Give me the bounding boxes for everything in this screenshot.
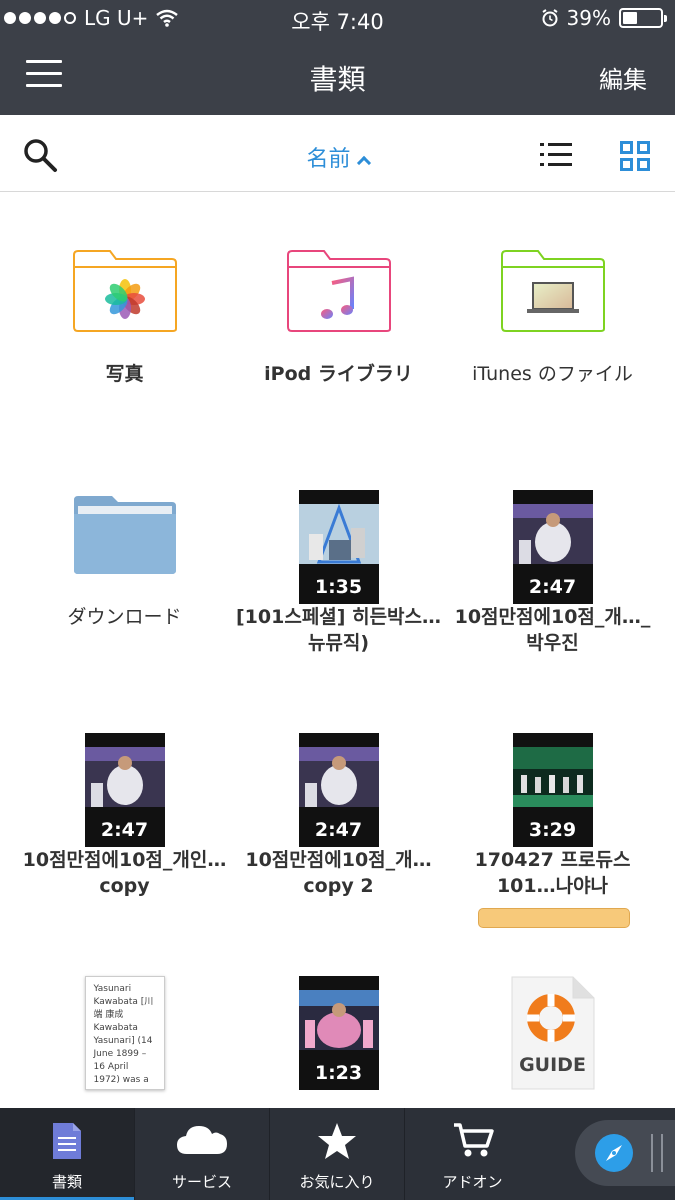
video-thumbnail: 1:35 [298,490,379,604]
edit-button[interactable]: 編集 [599,60,647,95]
item-label: 170427 프로듀스 101…나야나 [474,849,631,897]
guide-item[interactable]: GUIDE [440,922,665,1108]
chevron-up-icon [356,155,371,171]
video-frame [298,990,379,1050]
item-label: 写真 [105,363,144,385]
drag-handle-icon[interactable] [651,1134,663,1172]
status-right: 39% [541,6,667,30]
battery-fill [623,12,637,24]
folder-item-itunes[interactable]: iTunes のファイル [440,193,665,436]
tab-services[interactable]: サービス [135,1108,270,1200]
video-duration: 1:35 [314,576,363,598]
cart-icon [453,1123,494,1157]
rename-badge [478,908,630,928]
app-header: LG U+ 오후 7:40 39% 書類 編集 [0,0,675,115]
video-item[interactable]: 1:35 [101스페셜] 히든박스…뉴뮤직) [226,436,451,679]
item-label: [101스페셜] 히든박스…뉴뮤직) [236,606,442,654]
tab-label: 書類 [51,1173,82,1191]
folder-item-ipod[interactable]: iPod ライブラリ [226,193,451,436]
video-item[interactable]: 2:47 10점만점에10점_개인…copy [12,679,237,922]
video-frame [512,504,593,564]
guide-label: GUIDE [519,1054,586,1076]
video-frame [512,747,593,807]
battery-icon [619,8,667,28]
grid-view-icon[interactable] [620,141,650,171]
video-frame [298,504,379,564]
video-item[interactable]: 2:47 10점만점에10점_개…_박우진 [440,436,665,679]
sort-button[interactable]: 名前 [0,141,675,173]
document-item[interactable]: Yasunari Kawabata [川端 康成 Kawabata Yasuna… [12,922,237,1108]
video-thumbnail: 1:23 [298,976,379,1090]
compass-icon [595,1134,633,1172]
video-item[interactable]: 2:47 10점만점에10점_개…copy 2 [226,679,451,922]
tab-bar: 書類 サービス お気に入り アドオン [0,1108,675,1200]
video-duration: 3:29 [528,819,577,841]
video-thumbnail: 2:47 [512,490,593,604]
video-duration: 2:47 [314,819,363,841]
tab-addons[interactable]: アドオン [405,1108,540,1200]
laptop-folder-icon [500,250,605,332]
file-grid: 写真 iPod ライブラリ iTunes のファイル ダウンロード 1:35 [… [0,193,675,1108]
alarm-clock-icon [541,9,558,27]
video-item[interactable]: 1:23 [226,922,451,1108]
guide-thumbnail: GUIDE [511,976,595,1090]
tab-favorites[interactable]: お気に入り [270,1108,405,1200]
item-label: iTunes のファイル [472,363,633,385]
music-folder-icon [286,250,391,332]
item-label: iPod ライブラリ [264,363,413,385]
tab-label: アドオン [442,1173,503,1191]
nav-bar: 書類 編集 [0,36,675,115]
tab-label: お気に入り [299,1173,375,1191]
item-label: ダウンロード [67,606,182,628]
video-duration: 1:23 [314,1062,363,1084]
cloud-icon [177,1126,227,1154]
browser-float-button[interactable] [575,1120,675,1186]
video-duration: 2:47 [528,576,577,598]
star-icon [318,1123,356,1159]
list-view-icon[interactable] [540,141,572,169]
tab-documents[interactable]: 書類 [0,1108,135,1200]
video-thumbnail: 2:47 [298,733,379,847]
video-thumbnail: 2:47 [84,733,165,847]
photos-folder-icon [72,250,177,332]
item-label: 10점만점에10점_개…_박우진 [454,606,651,654]
download-folder-icon [73,496,176,574]
video-item[interactable]: 3:29 170427 프로듀스 101…나야나 [440,679,665,922]
item-label: 10점만점에10점_개…copy 2 [245,849,432,897]
item-label: 10점만점에10점_개인…copy [22,849,227,897]
video-frame [298,747,379,807]
folder-item-download[interactable]: ダウンロード [12,436,237,679]
video-duration: 2:47 [100,819,149,841]
tab-label: サービス [171,1173,232,1191]
page-title: 書類 [309,63,366,96]
sort-label: 名前 [306,147,351,172]
video-thumbnail: 3:29 [512,733,593,847]
battery-percent: 39% [566,6,611,30]
document-thumbnail: Yasunari Kawabata [川端 康成 Kawabata Yasuna… [84,976,165,1090]
video-frame [84,747,165,807]
document-icon [53,1123,81,1159]
status-bar: LG U+ 오후 7:40 39% [0,0,675,36]
toolbar: 名前 [0,115,675,192]
folder-item-photos[interactable]: 写真 [12,193,237,436]
